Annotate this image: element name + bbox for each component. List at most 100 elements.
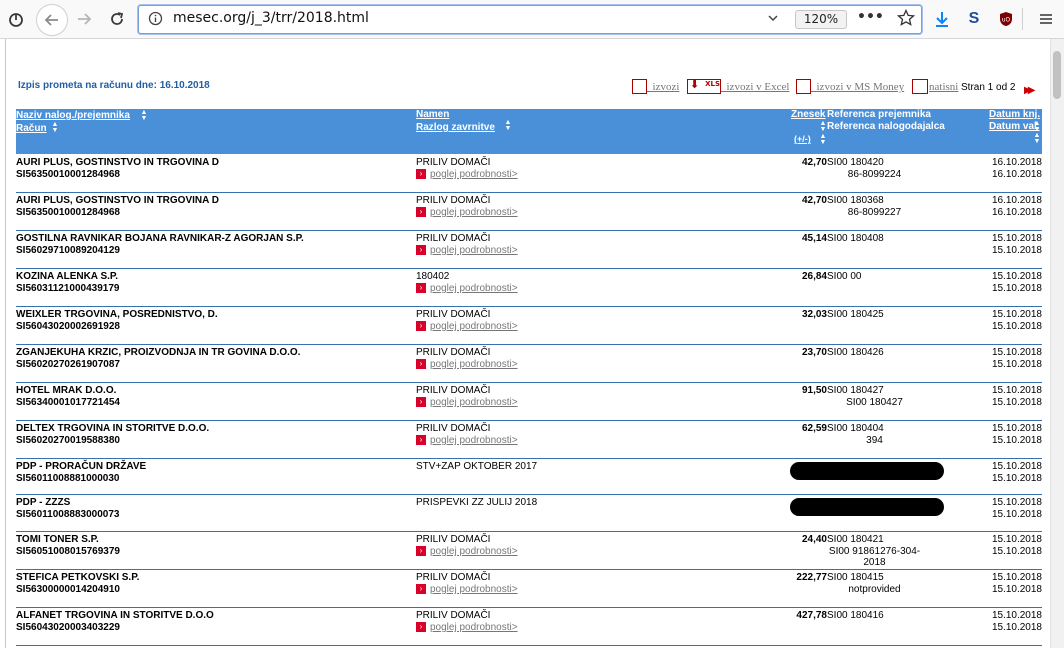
account-number: SI56340001017721454: [16, 397, 120, 408]
details-link[interactable]: › poglej podrobnosti>: [416, 245, 518, 256]
excel-export-icon[interactable]: ⬇ XLS: [687, 78, 721, 94]
purpose-text: PRILIV DOMAČI: [416, 195, 491, 206]
browser-toolbar: mesec.org/j_3/trr/2018.html 120% ••• S u…: [0, 0, 1064, 39]
details-link-label[interactable]: poglej podrobnosti>: [430, 622, 518, 633]
table-row[interactable]: PDP - PRORAČUN DRŽAVE SI56011008881000030…: [16, 459, 1042, 495]
details-link-label[interactable]: poglej podrobnosti>: [430, 283, 518, 294]
sort-date-value-icon[interactable]: ▲ ▼: [1033, 132, 1041, 145]
print-icon[interactable]: [912, 79, 928, 94]
info-icon[interactable]: [148, 11, 163, 29]
firefox-menu-icon[interactable]: [2, 5, 30, 33]
details-link[interactable]: › poglej podrobnosti>: [416, 584, 518, 595]
value-date: 15.10.2018: [991, 546, 1042, 557]
purpose-text: PRILIV DOMAČI: [416, 423, 491, 434]
booking-date: 16.10.2018: [991, 157, 1042, 168]
details-link[interactable]: › poglej podrobnosti>: [416, 546, 518, 557]
payer-name: ZGANJEKUHA KRZIC, PROIZVODNJA IN TR GOVI…: [16, 347, 301, 358]
details-link[interactable]: › poglej podrobnosti>: [416, 169, 518, 180]
reload-button[interactable]: [103, 5, 131, 33]
booking-date: 15.10.2018: [991, 461, 1042, 472]
header-account[interactable]: Račun: [16, 123, 47, 134]
ublock-icon[interactable]: uO: [992, 5, 1020, 33]
back-button[interactable]: [36, 4, 68, 36]
header-name[interactable]: Naziv nalog./prejemnika: [16, 110, 130, 121]
export-excel-link[interactable]: _izvozi v Excel: [721, 81, 789, 93]
account-number: SI56029710089204129: [16, 245, 120, 256]
header-reason[interactable]: Razlog zavrnitve: [416, 122, 495, 133]
details-link[interactable]: › poglej podrobnosti>: [416, 321, 518, 332]
details-link[interactable]: › poglej podrobnosti>: [416, 359, 518, 370]
header-ref-recipient: Referenca prejemnika: [827, 109, 931, 120]
download-icon[interactable]: [928, 5, 956, 33]
scrollbar[interactable]: [1050, 39, 1064, 648]
header-purpose[interactable]: Namen: [416, 109, 449, 120]
details-link-label[interactable]: poglej podrobnosti>: [430, 207, 518, 218]
arrow-right-icon: ›: [416, 622, 426, 633]
details-link-label[interactable]: poglej podrobnosti>: [430, 321, 518, 332]
amount: 62,59: [801, 423, 827, 434]
chevron-down-icon[interactable]: [767, 12, 779, 27]
table-row[interactable]: STEFICA PETKOVSKI S.P. SI5630000001420491…: [16, 570, 1042, 608]
details-link-label[interactable]: poglej podrobnosti>: [430, 546, 518, 557]
header-date-value[interactable]: Datum val.: [989, 121, 1040, 132]
table-row[interactable]: KOZINA ALENKA S.P. SI56031121000439179 180…: [16, 269, 1042, 307]
export-ms-money-link[interactable]: _izvozi v MS Money: [811, 81, 904, 93]
sort-account-icon[interactable]: ▲ ▼: [51, 121, 59, 134]
details-link[interactable]: › poglej podrobnosti>: [416, 435, 518, 446]
url-bar[interactable]: mesec.org/j_3/trr/2018.html 120% •••: [138, 5, 922, 34]
zoom-level[interactable]: 120%: [795, 10, 847, 29]
hamburger-menu-icon[interactable]: [1032, 5, 1060, 33]
details-link[interactable]: › poglej podrobnosti>: [416, 283, 518, 294]
arrow-right-icon: ›: [416, 584, 426, 595]
scroll-thumb[interactable]: [1053, 51, 1061, 99]
booking-date: 15.10.2018: [991, 271, 1042, 282]
sort-name-icon[interactable]: ▲ ▼: [140, 109, 148, 122]
next-page-icon[interactable]: ▶▶: [1024, 85, 1036, 96]
details-link-label[interactable]: poglej podrobnosti>: [430, 359, 518, 370]
value-date: 15.10.2018: [991, 359, 1042, 370]
sort-reason-icon[interactable]: ▲ ▼: [504, 119, 512, 132]
value-date: 16.10.2018: [991, 169, 1042, 180]
sort-amount-icon[interactable]: ▲ ▼: [819, 120, 827, 133]
header-amount[interactable]: Znesek: [791, 109, 825, 120]
payer-name: PDP - ZZZS: [16, 497, 71, 508]
details-link-label[interactable]: poglej podrobnosti>: [430, 584, 518, 595]
forward-button[interactable]: [70, 5, 98, 33]
header-sign[interactable]: (+/-): [794, 134, 811, 144]
reference-recipient: SI00 180368: [827, 195, 884, 206]
s-extension-icon[interactable]: S: [960, 5, 988, 33]
header-date-booking[interactable]: Datum knj.: [989, 109, 1040, 120]
table-row[interactable]: PDP - ZZZS SI56011008883000073 PRISPEVKI Z…: [16, 495, 1042, 532]
purpose-text: STV+ZAP OKTOBER 2017: [416, 461, 538, 472]
details-link[interactable]: › poglej podrobnosti>: [416, 207, 518, 218]
booking-date: 15.10.2018: [991, 572, 1042, 583]
page-actions-icon[interactable]: •••: [857, 9, 884, 25]
payer-name: DELTEX TRGOVINA IN STORITVE D.O.O.: [16, 423, 210, 434]
table-row[interactable]: TOMI TONER S.P. SI56051008015769379 PRILIV…: [16, 532, 1042, 570]
details-link-label[interactable]: poglej podrobnosti>: [430, 245, 518, 256]
sort-sign-icon[interactable]: ▲ ▼: [819, 133, 827, 146]
table-row[interactable]: GOSTILNA RAVNIKAR BOJANA RAVNIKAR-Z AGOR…: [16, 231, 1042, 269]
table-row[interactable]: DELTEX TRGOVINA IN STORITVE D.O.O. SI5602…: [16, 421, 1042, 459]
details-link-label[interactable]: poglej podrobnosti>: [430, 435, 518, 446]
redaction-box: [790, 462, 944, 480]
ms-money-disk-icon[interactable]: [796, 79, 811, 94]
details-link-label[interactable]: poglej podrobnosti>: [430, 169, 518, 180]
value-date: 15.10.2018: [991, 435, 1042, 446]
table-row[interactable]: AURI PLUS, GOSTINSTVO IN TRGOVINA D SI563…: [16, 193, 1042, 231]
details-link[interactable]: › poglej podrobnosti>: [416, 622, 518, 633]
save-disk-icon[interactable]: [632, 79, 647, 94]
bookmark-star-icon[interactable]: [896, 8, 916, 30]
table-row[interactable]: ZGANJEKUHA KRZIC, PROIZVODNJA IN TR GOVI…: [16, 345, 1042, 383]
table-row[interactable]: WEIXLER TRGOVINA, POSREDNISTVO, D. SI5604…: [16, 307, 1042, 345]
table-row[interactable]: AURI PLUS, GOSTINSTVO IN TRGOVINA D SI563…: [16, 155, 1042, 193]
table-row[interactable]: HOTEL MRAK D.O.O. SI56340001017721454 PRIL…: [16, 383, 1042, 421]
table-row[interactable]: ALFANET TRGOVINA IN STORITVE D.O.O SI5604…: [16, 608, 1042, 646]
url-text[interactable]: mesec.org/j_3/trr/2018.html: [173, 10, 369, 26]
details-link[interactable]: › poglej podrobnosti>: [416, 397, 518, 408]
details-link-label[interactable]: poglej podrobnosti>: [430, 397, 518, 408]
export-link[interactable]: _izvozi: [647, 81, 679, 93]
print-link[interactable]: natisni: [929, 81, 958, 93]
amount: 26,84: [801, 271, 827, 282]
arrow-right-icon: ›: [416, 546, 426, 557]
